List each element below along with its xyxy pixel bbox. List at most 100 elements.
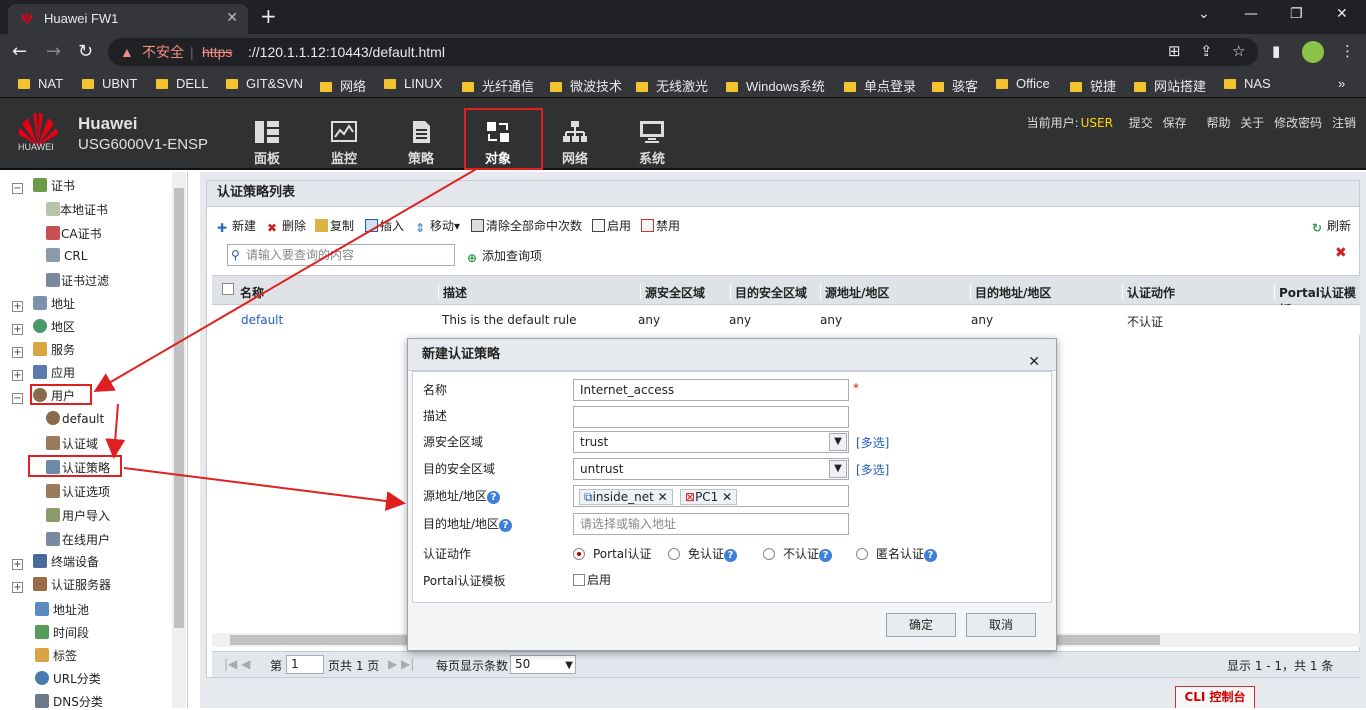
cli-console-button[interactable]: CLI 控制台 (1175, 686, 1255, 708)
col-name[interactable]: 名称 (236, 284, 264, 300)
nav-policy[interactable]: 策略 (391, 120, 451, 167)
bookmark-item[interactable]: Office (996, 76, 1050, 91)
add-query-button[interactable]: ⊕ 添加查询项 (467, 247, 542, 265)
dst-zone-select[interactable]: untrust ▼ (573, 458, 849, 480)
help-icon[interactable]: ? (487, 491, 501, 504)
clear-hits-button[interactable]: 清除全部命中次数 (471, 217, 582, 234)
bookmark-item[interactable]: UBNT (82, 76, 137, 91)
save-link[interactable]: 保存 (1163, 116, 1187, 130)
tree-node-local-cert[interactable]: 本地证书 (46, 201, 108, 218)
about-link[interactable]: 关于 (1240, 116, 1264, 130)
bookmark-item[interactable]: NAS (1224, 76, 1271, 91)
dst-zone-multiselect-link[interactable]: [多选] (856, 461, 889, 478)
reload-icon[interactable]: ↻ (78, 41, 93, 62)
bookmark-item[interactable]: 网站搭建 (1134, 76, 1206, 95)
delete-button[interactable]: ✖ 删除 (267, 217, 306, 235)
bookmark-item[interactable]: Windows系统 (726, 76, 825, 95)
name-input[interactable]: Internet_access (573, 379, 849, 401)
insert-button[interactable]: 插入 (365, 217, 404, 234)
cell-name[interactable]: default (241, 313, 283, 327)
tree-node-address-pool[interactable]: 地址池 (35, 601, 89, 618)
bookmark-item[interactable]: 无线激光 (636, 76, 708, 95)
tree-node-address[interactable]: + 地址 (12, 295, 75, 312)
tree-node-online-users[interactable]: 在线用户 (46, 531, 110, 548)
expand-icon[interactable]: + (12, 582, 23, 593)
browser-tab[interactable]: Huawei FW1 ✕ (8, 4, 248, 34)
new-tab-icon[interactable]: + (260, 5, 277, 27)
bookmark-item[interactable]: 骇客 (932, 76, 978, 95)
desc-input[interactable] (573, 406, 849, 428)
bookmark-item[interactable]: 微波技术 (550, 76, 622, 95)
collapse-icon[interactable]: − (12, 183, 23, 194)
tree-node-time-range[interactable]: 时间段 (35, 624, 89, 641)
tree-node-auth-options[interactable]: 认证选项 (46, 483, 110, 500)
enable-button[interactable]: 启用 (592, 217, 631, 234)
col-src-addr[interactable]: 源地址/地区 (820, 284, 889, 300)
move-button[interactable]: ⇕ 移动▾ (415, 217, 460, 235)
help-icon[interactable]: ? (924, 549, 938, 562)
tree-node-service[interactable]: + 服务 (12, 341, 75, 358)
col-auth-action[interactable]: 认证动作 (1122, 284, 1175, 300)
tab-search-icon[interactable]: ⌄ (1198, 6, 1210, 22)
close-query-icon[interactable]: ✖ (1335, 245, 1347, 261)
bookmark-item[interactable]: DELL (156, 76, 209, 91)
change-password-link[interactable]: 修改密码 (1274, 116, 1322, 130)
chip-remove-icon[interactable]: ✕ (722, 490, 732, 504)
portal-enable-checkbox[interactable]: 启用 (573, 571, 611, 588)
bookmark-item[interactable]: 光纤通信 (462, 76, 534, 95)
copy-button[interactable]: 复制 (315, 217, 354, 234)
tree-node-cert-filter[interactable]: 证书过滤 (46, 272, 109, 289)
url-input[interactable]: ▲ 不安全 | https ://120.1.1.12:10443/defaul… (108, 38, 1258, 66)
refresh-button[interactable]: ↻ 刷新 (1312, 217, 1351, 235)
bookmark-item[interactable]: NAT (18, 76, 63, 91)
dst-addr-input[interactable]: 请选择或输入地址 (573, 513, 849, 535)
window-close-icon[interactable]: ✕ (1336, 6, 1348, 22)
expand-icon[interactable]: + (12, 559, 23, 570)
tree-node-auth-domain[interactable]: 认证域 (46, 435, 98, 452)
expand-icon[interactable]: + (12, 324, 23, 335)
radio-no-auth[interactable]: 不认证? (763, 545, 833, 562)
sidebar-toggle-icon[interactable]: ▮ (1272, 42, 1280, 60)
search-input[interactable]: ⚲ 请输入要查询的内容 (227, 244, 455, 266)
submit-link[interactable]: 提交 (1129, 116, 1153, 130)
bookmark-item[interactable]: 网络 (320, 76, 366, 95)
tree-node-dns-category[interactable]: DNS分类 (35, 693, 103, 710)
expand-icon[interactable]: + (12, 301, 23, 312)
help-icon[interactable]: ? (819, 549, 833, 562)
tree-node-tag[interactable]: 标签 (35, 647, 77, 664)
radio-anonymous-auth[interactable]: 匿名认证? (856, 545, 938, 562)
next-page-icon[interactable]: ▶ ▶| (388, 657, 414, 671)
src-zone-multiselect-link[interactable]: [多选] (856, 434, 889, 451)
tree-node-user-import[interactable]: 用户导入 (46, 507, 110, 524)
bookmark-item[interactable]: 锐捷 (1070, 76, 1116, 95)
nav-monitor[interactable]: 监控 (314, 120, 374, 167)
back-icon[interactable]: ← (12, 41, 27, 62)
menu-icon[interactable]: ⋮ (1340, 42, 1355, 60)
disable-button[interactable]: 禁用 (641, 217, 680, 234)
nav-network[interactable]: 网络 (545, 120, 605, 167)
tab-close-icon[interactable]: ✕ (226, 9, 238, 26)
ok-button[interactable]: 确定 (886, 613, 956, 637)
forward-icon[interactable]: → (46, 41, 61, 62)
nav-dashboard[interactable]: 面板 (237, 120, 297, 167)
sidebar-scrollbar[interactable] (172, 172, 186, 708)
collapse-icon[interactable]: − (12, 393, 23, 404)
new-button[interactable]: ✚ 新建 (217, 217, 256, 235)
col-src-zone[interactable]: 源安全区域 (640, 284, 705, 300)
page-input[interactable]: 1 (286, 655, 324, 674)
tree-node-region[interactable]: + 地区 (12, 318, 75, 335)
col-dst-addr[interactable]: 目的地址/地区 (970, 284, 1051, 300)
first-page-icon[interactable]: |◀ ◀ (224, 657, 250, 671)
per-page-select[interactable]: 50 ▼ (510, 655, 576, 674)
select-all-checkbox[interactable] (222, 283, 234, 295)
tree-node-certificates[interactable]: − 证书 (12, 177, 75, 194)
bookmark-item[interactable]: LINUX (384, 76, 442, 91)
profile-avatar-icon[interactable] (1302, 41, 1324, 63)
tree-node-auth-servers[interactable]: + 认证服务器 (12, 576, 111, 593)
src-addr-input[interactable]: ⧉inside_net ✕ ⊠PC1 ✕ (573, 485, 849, 507)
bookmark-item[interactable]: 单点登录 (844, 76, 916, 95)
tree-node-application[interactable]: + 应用 (12, 364, 75, 381)
bookmark-star-icon[interactable]: ☆ (1232, 42, 1245, 60)
radio-portal-auth[interactable]: Portal认证 (573, 545, 651, 562)
chip-remove-icon[interactable]: ✕ (658, 490, 668, 504)
